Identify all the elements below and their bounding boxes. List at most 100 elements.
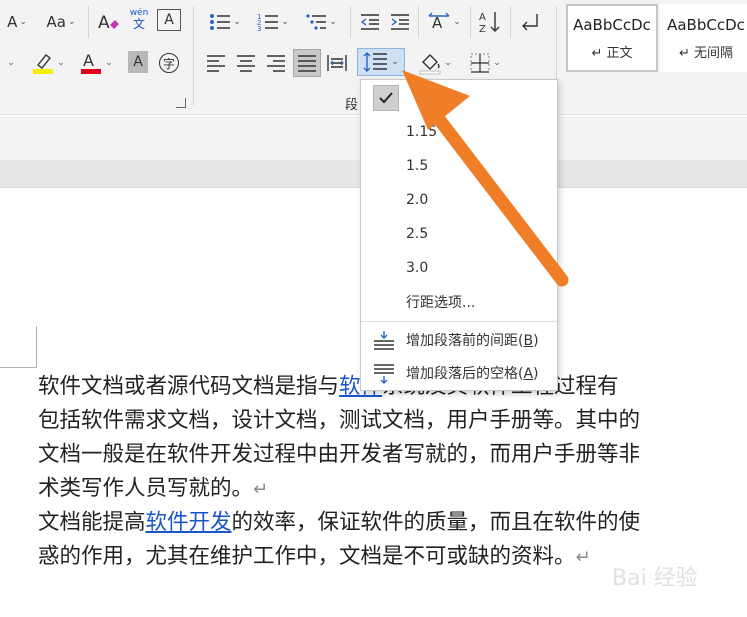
hyperlink-software-dev[interactable]: 软件开发 xyxy=(146,510,232,535)
phonetic-guide-button[interactable]: wén 文 xyxy=(126,6,152,32)
spacing-option-1-15[interactable]: 1.15 xyxy=(361,115,557,149)
line-spacing-options[interactable]: 行距选项... xyxy=(361,285,557,319)
align-center-button[interactable] xyxy=(233,50,259,76)
font-dialog-launcher[interactable] xyxy=(176,98,186,108)
watermark: Bai 经验 xyxy=(612,566,698,591)
chevron-down-icon: ⌄ xyxy=(391,57,399,67)
space-after-icon xyxy=(374,364,394,384)
change-case-label: Aa xyxy=(46,13,66,31)
show-marks-button[interactable] xyxy=(516,9,544,35)
increase-indent-button[interactable] xyxy=(388,9,412,35)
asian-layout-button[interactable]: A ⌄ xyxy=(424,9,464,35)
line-spacing-button[interactable]: ⌄ xyxy=(357,48,405,76)
enclose-char-label: 字 xyxy=(159,53,179,73)
style-name: ↵ 无间隔 xyxy=(678,45,734,61)
svg-text:A: A xyxy=(98,13,110,33)
paragraph-mark: ↵ xyxy=(253,479,269,500)
document-body[interactable]: 软件文档或者源代码文档是指与软件系统及其软件工程过程有 包括软件需求文档，设计文… xyxy=(38,370,747,574)
shading-button[interactable]: ⌄ xyxy=(414,50,456,76)
paragraph-mark-icon xyxy=(522,14,538,31)
svg-text:A: A xyxy=(83,51,94,70)
borders-button[interactable]: ⌄ xyxy=(464,50,506,76)
paragraph-mark: ↵ xyxy=(575,547,591,568)
char-border-button[interactable]: A xyxy=(157,9,181,31)
sort-button[interactable]: AZ xyxy=(476,9,504,35)
line-spacing-icon xyxy=(363,52,388,72)
check-icon xyxy=(373,85,399,111)
paint-bucket-icon xyxy=(419,54,441,75)
style-sample: AaBbCcDc xyxy=(573,15,651,34)
highlighter-icon xyxy=(33,54,54,74)
bullets-icon xyxy=(210,14,231,30)
svg-text:A: A xyxy=(479,12,486,23)
margin-corner-mark xyxy=(36,326,37,368)
distributed-icon xyxy=(327,55,347,71)
font-color-icon: A xyxy=(81,51,102,74)
multilevel-list-icon xyxy=(306,14,327,30)
font-effects-chevron[interactable]: ⌄ xyxy=(4,50,16,76)
svg-text:3: 3 xyxy=(257,25,261,32)
chevron-down-icon: ⌄ xyxy=(105,58,113,68)
bullets-button[interactable]: ⌄ xyxy=(204,9,246,35)
highlight-button[interactable]: ⌄ xyxy=(28,50,68,76)
space-before-icon xyxy=(374,331,394,350)
chevron-down-icon: ⌄ xyxy=(233,17,241,27)
style-no-spacing[interactable]: AaBbCcDc ↵ 无间隔 xyxy=(660,4,747,72)
menu-divider xyxy=(361,321,557,322)
style-name: ↵ 正文 xyxy=(591,45,633,61)
increase-indent-icon xyxy=(391,14,409,30)
align-left-icon xyxy=(207,55,225,72)
word-window: A ⌄ Aa ⌄ A wén 文 A ⌄ ⌄ A ⌄ A 字 ⌄ 1 2 3 ⌄… xyxy=(0,0,747,617)
asian-layout-icon: A xyxy=(428,12,450,32)
enclose-char-button[interactable]: 字 xyxy=(157,50,181,76)
numbering-icon: 123 xyxy=(257,13,279,32)
text-line: 文档能提高软件开发的效率，保证软件的质量，而且在软件的使 xyxy=(38,510,641,535)
chevron-down-icon: ⌄ xyxy=(7,58,15,68)
add-space-after-item[interactable]: 增加段落后的空格(A) xyxy=(361,356,557,390)
font-color-button[interactable]: A ⌄ xyxy=(76,50,116,76)
sort-icon: AZ xyxy=(479,12,500,34)
style-normal[interactable]: AaBbCcDc ↵ 正文 xyxy=(566,4,658,72)
chevron-down-icon: ⌄ xyxy=(453,17,461,27)
borders-icon xyxy=(470,53,490,73)
decrease-indent-icon xyxy=(360,14,379,30)
char-shade-label: A xyxy=(133,54,143,70)
chevron-down-icon: ⌄ xyxy=(57,58,65,68)
multilevel-list-button[interactable]: ⌄ xyxy=(300,9,342,35)
add-space-before-item[interactable]: 增加段落前的间距(B) xyxy=(361,323,557,357)
align-center-icon xyxy=(237,55,255,72)
numbering-button[interactable]: 1 2 3 ⌄ xyxy=(252,9,294,35)
chevron-down-icon: ⌄ xyxy=(281,17,289,27)
text-line: 术类写作人员写就的。↵ xyxy=(38,476,269,501)
spacing-option-1-0[interactable] xyxy=(361,81,557,115)
chevron-down-icon: ⌄ xyxy=(444,58,452,68)
align-right-button[interactable] xyxy=(263,50,289,76)
char-border-label: A xyxy=(164,12,174,28)
change-case-button[interactable]: Aa ⌄ xyxy=(42,9,80,35)
svg-text:Z: Z xyxy=(479,24,486,34)
justify-button[interactable] xyxy=(293,49,321,77)
align-left-button[interactable] xyxy=(203,50,229,76)
clear-format-button[interactable]: A xyxy=(95,9,123,35)
chevron-down-icon: ⌄ xyxy=(67,17,76,27)
style-sample: AaBbCcDc xyxy=(667,15,745,34)
margin-corner-mark xyxy=(0,367,37,368)
chevron-down-icon: ⌄ xyxy=(329,17,337,27)
spacing-option-1-5[interactable]: 1.5 xyxy=(361,149,557,183)
text-line: 文档一般是在软件开发过程中由开发者写就的，而用户手册等非 xyxy=(38,442,641,467)
char-shading-button[interactable]: A xyxy=(128,51,148,73)
svg-text:A: A xyxy=(432,14,443,32)
chevron-down-icon: ⌄ xyxy=(493,58,501,68)
font-size-label: A xyxy=(7,13,18,31)
distributed-button[interactable] xyxy=(324,50,350,76)
spacing-option-2-5[interactable]: 2.5 xyxy=(361,217,557,251)
line-spacing-menu: 1.15 1.5 2.0 2.5 3.0 行距选项... 增加段落前的间距(B)… xyxy=(360,79,558,391)
font-size-down-button[interactable]: A ⌄ xyxy=(6,9,28,35)
spacing-option-3-0[interactable]: 3.0 xyxy=(361,251,557,285)
decrease-indent-button[interactable] xyxy=(358,9,382,35)
phonetic-bottom: 文 xyxy=(132,17,145,31)
spacing-option-2-0[interactable]: 2.0 xyxy=(361,183,557,217)
align-right-icon xyxy=(267,55,285,72)
justify-icon xyxy=(298,55,316,72)
paragraph-group-label: 段 xyxy=(345,98,359,113)
